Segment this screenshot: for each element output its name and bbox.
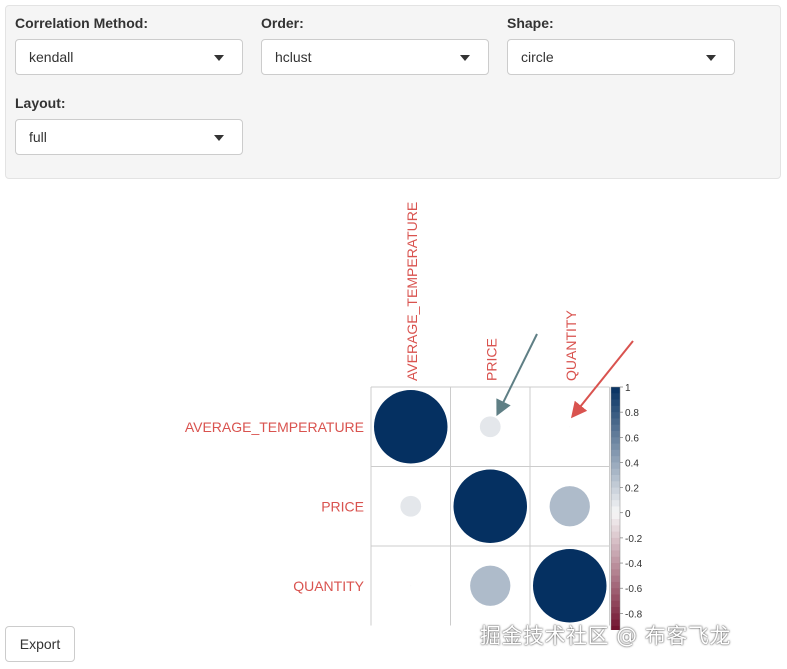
correlation-circle (479, 416, 501, 438)
colorbar-segment (611, 468, 620, 476)
correlation-circle (533, 549, 607, 623)
colorbar-segment (611, 531, 620, 539)
column-label: PRICE (483, 338, 499, 381)
colorbar-segment (611, 424, 620, 432)
correlation-circle (470, 565, 511, 606)
colorbar-segment (611, 456, 620, 464)
colorbar-segment (611, 481, 620, 489)
colorbar-tick-label: -0.4 (625, 559, 643, 570)
colorbar-segment (611, 500, 620, 508)
colorbar-segment (611, 569, 620, 577)
colorbar-segment (611, 399, 620, 407)
colorbar-tick-label: 0.8 (625, 408, 639, 419)
correlation-circle (374, 390, 448, 464)
controls-panel: Correlation Method: kendall Order: hclus… (5, 5, 781, 179)
colorbar-segment (611, 475, 620, 482)
chevron-down-icon (214, 135, 224, 141)
shape-value: circle (521, 49, 554, 65)
colorbar-segment (611, 437, 620, 445)
correlation-circle (569, 426, 571, 428)
colorbar-segment (611, 525, 620, 533)
colorbar-segment (611, 393, 620, 401)
colorbar-segment (611, 581, 620, 589)
layout-label: Layout: (15, 95, 66, 111)
chevron-down-icon (460, 55, 470, 61)
column-label: QUANTITY (563, 310, 579, 381)
annotation-arrow (570, 340, 634, 419)
colorbar-segment (611, 506, 620, 514)
colorbar-segment (611, 431, 620, 438)
export-button[interactable]: Export (5, 626, 75, 662)
colorbar-segment (611, 607, 620, 614)
colorbar-segment (611, 537, 620, 545)
order-label: Order: (261, 15, 304, 31)
chevron-down-icon (214, 55, 224, 61)
colorbar-tick-label: -0.2 (625, 534, 643, 545)
colorbar-tick-label: 0.4 (625, 458, 639, 469)
colorbar-tick-label: 1 (625, 383, 631, 394)
correlation-method-label: Correlation Method: (15, 15, 148, 31)
colorbar-tick-label: -0.8 (625, 609, 643, 620)
colorbar-segment (611, 575, 620, 583)
correlation-circle (453, 469, 527, 543)
colorbar-segment (611, 519, 620, 526)
colorbar-segment (611, 544, 620, 552)
chevron-down-icon (706, 55, 716, 61)
colorbar-segment (611, 600, 620, 608)
colorbar-segment (611, 405, 620, 413)
correlation-method-value: kendall (29, 49, 74, 65)
order-select[interactable]: hclust (261, 39, 489, 75)
order-value: hclust (275, 49, 312, 65)
colorbar-tick-label: -0.6 (625, 584, 643, 595)
colorbar-tick-label: 0.2 (625, 484, 639, 495)
annotation-arrow (496, 333, 538, 417)
shape-select[interactable]: circle (507, 39, 735, 75)
colorbar-segment (611, 588, 620, 596)
colorbar-segment (611, 594, 620, 602)
layout-value: full (29, 129, 47, 145)
colorbar-segment (611, 418, 620, 426)
colorbar-tick-label: 0 (625, 509, 631, 520)
colorbar-tick-label: 0.6 (625, 433, 639, 444)
correlation-method-select[interactable]: kendall (15, 39, 243, 75)
colorbar-segment (611, 387, 620, 394)
layout-select[interactable]: full (15, 119, 243, 155)
colorbar-segment (611, 550, 620, 558)
colorbar-segment (611, 493, 620, 501)
correlation-circle (400, 495, 422, 517)
column-label: AVERAGE_TEMPERATURE (404, 202, 420, 381)
row-label: QUANTITY (293, 578, 364, 594)
colorbar-segment (611, 487, 620, 495)
colorbar-segment (611, 563, 620, 570)
colorbar-segment (611, 443, 620, 451)
colorbar-segment (611, 512, 620, 520)
shape-label: Shape: (507, 15, 554, 31)
colorbar-segment (611, 556, 620, 564)
row-label: AVERAGE_TEMPERATURE (185, 419, 364, 435)
watermark: 掘金技术社区 @ 布客飞龙 (480, 624, 731, 648)
row-label: PRICE (321, 498, 364, 514)
colorbar-segment (611, 449, 620, 457)
correlation-circle (549, 486, 590, 527)
colorbar-segment (611, 412, 620, 420)
correlation-circle (410, 585, 412, 587)
correlation-plot: AVERAGE_TEMPERATURE PRICE QUANTITY AVERAGE_… (185, 202, 643, 630)
colorbar-segment (611, 462, 620, 470)
